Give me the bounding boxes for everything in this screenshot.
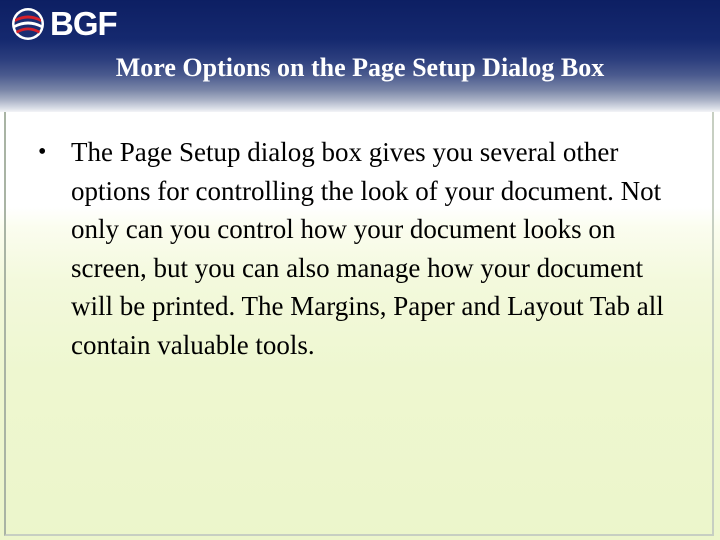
bullet-marker: • <box>38 139 47 165</box>
company-logo: BGF <box>10 5 118 42</box>
bullet-text: The Page Setup dialog box gives you seve… <box>71 137 664 360</box>
globe-icon <box>12 8 44 40</box>
slide-title: More Options on the Page Setup Dialog Bo… <box>115 53 605 82</box>
slide-header: BGF More Options on the Page Setup Dialo… <box>0 0 720 112</box>
logo-text: BGF <box>50 5 118 42</box>
bullet-item: • The Page Setup dialog box gives you se… <box>38 133 688 364</box>
bullet-list: • The Page Setup dialog box gives you se… <box>38 133 688 364</box>
